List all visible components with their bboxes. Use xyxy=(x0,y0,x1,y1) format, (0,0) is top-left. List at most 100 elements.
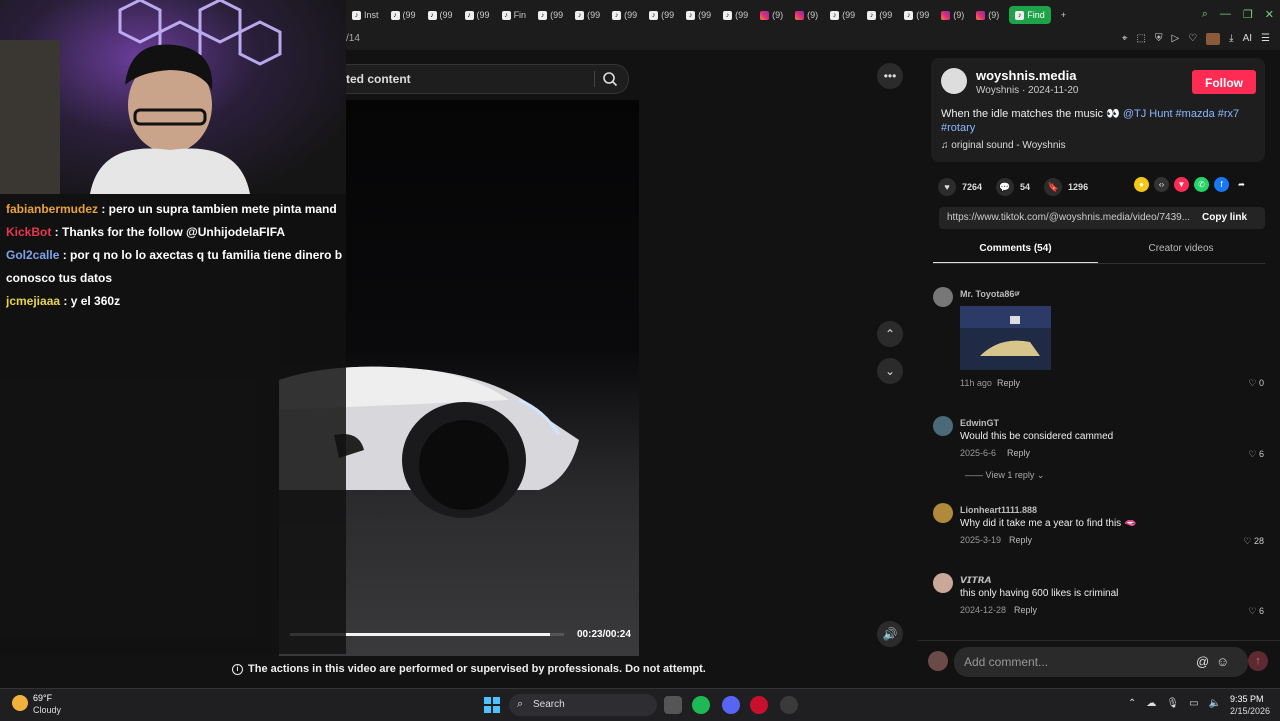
save-stat[interactable]: 🔖 1296 xyxy=(1044,178,1088,196)
reply-button[interactable]: Reply xyxy=(1007,448,1030,458)
comment-like[interactable]: ♡ 6 xyxy=(1234,606,1264,617)
browser-tab[interactable]: ♪ (99 xyxy=(824,0,861,30)
spotify-icon[interactable] xyxy=(692,696,710,714)
browser-tab[interactable]: ♪ (99 xyxy=(643,0,680,30)
author-name[interactable]: woyshnis.media xyxy=(976,68,1076,83)
download-icon[interactable]: ⤓ xyxy=(1229,33,1233,45)
heart-icon[interactable]: ♡ xyxy=(1188,33,1197,45)
reply-button[interactable]: Reply xyxy=(1014,605,1037,615)
facebook-icon[interactable]: f xyxy=(1214,177,1229,192)
browser-tab[interactable]: (9) xyxy=(935,0,970,30)
browser-tab[interactable]: ♪ (99 xyxy=(532,0,569,30)
volume-icon[interactable]: 🔊 xyxy=(877,621,903,647)
reply-button[interactable]: Reply xyxy=(997,378,1020,388)
more-options-icon[interactable]: ••• xyxy=(877,63,903,89)
post-comment-button[interactable]: ↑ xyxy=(1248,651,1268,671)
file-explorer-icon[interactable] xyxy=(664,696,682,714)
minimize-icon[interactable]: — xyxy=(1220,8,1231,21)
close-icon[interactable]: ✕ xyxy=(1265,8,1274,21)
opera-icon[interactable] xyxy=(750,696,768,714)
browser-tab[interactable]: ♪ (99 xyxy=(459,0,496,30)
commenter-avatar[interactable] xyxy=(933,573,953,593)
browser-tab[interactable]: ♪ Inst xyxy=(346,0,385,30)
copy-link-button[interactable]: Copy link xyxy=(1202,212,1247,223)
commenter-avatar[interactable] xyxy=(933,503,953,523)
coin-icon[interactable]: ● xyxy=(1134,177,1149,192)
commenter-name[interactable]: 𝙑𝙄𝙏𝙍𝘼 xyxy=(960,575,992,586)
tab-comments[interactable]: Comments (54) xyxy=(933,243,1098,264)
caption-hashtags[interactable]: @TJ Hunt #mazda #rx7 xyxy=(1123,108,1239,120)
commenter-avatar[interactable] xyxy=(933,416,953,436)
search-bar[interactable]: ted content xyxy=(346,64,629,94)
tab-creator-videos[interactable]: Creator videos xyxy=(1098,243,1264,254)
comment-like[interactable]: ♡ 6 xyxy=(1234,449,1264,460)
author-avatar[interactable] xyxy=(941,68,967,94)
maximize-icon[interactable]: ❐ xyxy=(1243,8,1253,21)
speaker-icon[interactable]: 🔈 xyxy=(1209,698,1221,709)
start-icon[interactable] xyxy=(484,697,500,713)
comment-gif-image[interactable] xyxy=(960,306,1051,370)
shield-icon[interactable]: ⛨ xyxy=(1155,33,1163,45)
comment-like[interactable]: ♡ 0 xyxy=(1234,378,1264,389)
browser-tab[interactable]: ♪ (99 xyxy=(569,0,606,30)
emoji-icon[interactable]: ☺ xyxy=(1216,654,1229,669)
weather-icon[interactable] xyxy=(12,695,28,711)
commenter-name[interactable]: Lionheart1111.888 xyxy=(960,505,1037,515)
search-input[interactable]: ted content xyxy=(346,72,411,86)
embed-icon[interactable]: ‹› xyxy=(1154,177,1169,192)
weather-condition[interactable]: Cloudy xyxy=(33,705,61,715)
chevron-up-icon[interactable]: ⌃ xyxy=(877,321,903,347)
taskbar-search[interactable]: ⌕ Search xyxy=(509,694,657,716)
browser-tab[interactable]: (9) xyxy=(970,0,1005,30)
caption-hashtag-rotary[interactable]: #rotary xyxy=(941,122,975,134)
whatsapp-icon[interactable]: ✆ xyxy=(1194,177,1209,192)
comment-stat[interactable]: 💬 54 xyxy=(996,178,1030,196)
commenter-avatar[interactable] xyxy=(933,287,953,307)
weather-temperature[interactable]: 69°F xyxy=(33,693,52,703)
extension-icon[interactable] xyxy=(1206,33,1221,45)
browser-tab[interactable]: ♪ (99 xyxy=(606,0,643,30)
menu-icon[interactable]: ☰ xyxy=(1261,33,1270,45)
microphone-icon[interactable]: 🎙 xyxy=(1166,698,1179,709)
steam-icon[interactable] xyxy=(780,696,798,714)
share-arrow-icon[interactable]: ➦ xyxy=(1234,177,1249,192)
chat-username[interactable]: fabianbermudez xyxy=(6,202,98,216)
browser-tab[interactable]: (9) xyxy=(789,0,824,30)
clock-time[interactable]: 9:35 PM xyxy=(1230,694,1264,704)
sound-link[interactable]: ♫ original sound - Woyshnis xyxy=(941,140,1066,151)
send-icon[interactable]: ▼ xyxy=(1174,177,1189,192)
follow-button[interactable]: Follow xyxy=(1192,70,1256,94)
browser-tab[interactable]: (9) xyxy=(754,0,789,30)
monitor-icon[interactable]: ▭ xyxy=(1189,698,1198,709)
chat-username[interactable]: KickBot xyxy=(6,225,51,239)
browser-tab[interactable]: ♪ (99 xyxy=(422,0,459,30)
cloud-icon[interactable]: ☁ xyxy=(1146,698,1156,709)
browser-tab[interactable]: ♪ (99 xyxy=(861,0,898,30)
ai-icon[interactable]: AI xyxy=(1243,33,1252,45)
browser-tab[interactable]: ♪ Fin xyxy=(496,0,533,30)
browser-tab[interactable]: ♪ (99 xyxy=(680,0,717,30)
address-fragment[interactable]: /14 xyxy=(346,33,360,44)
chevron-down-icon[interactable]: ⌄ xyxy=(877,358,903,384)
chat-username[interactable]: jcmejiaaa xyxy=(6,294,60,308)
clock-date[interactable]: 2/15/2026 xyxy=(1230,706,1270,716)
discord-icon[interactable] xyxy=(722,696,740,714)
post-link[interactable]: https://www.tiktok.com/@woyshnis.media/v… xyxy=(947,212,1190,223)
pin-icon[interactable]: ⌖ xyxy=(1122,33,1128,45)
browser-tab[interactable]: ♪ (99 xyxy=(385,0,422,30)
like-stat[interactable]: ♥ 7264 xyxy=(938,178,982,196)
browser-tab[interactable]: ♪ (99 xyxy=(898,0,935,30)
browser-tab[interactable]: ♪ (99 xyxy=(717,0,754,30)
screenshot-icon[interactable]: ⬚ xyxy=(1137,33,1146,45)
play-icon[interactable]: ▷ xyxy=(1171,33,1179,45)
commenter-name[interactable]: EdwinGT xyxy=(960,418,999,428)
search-tabs-icon[interactable]: ⌕ xyxy=(1202,8,1208,21)
new-tab-button[interactable]: + xyxy=(1055,0,1072,30)
view-replies-button[interactable]: —— View 1 reply ⌄ xyxy=(965,470,1044,481)
chat-username[interactable]: Gol2calle xyxy=(6,248,59,262)
mention-icon[interactable]: @ xyxy=(1196,654,1209,669)
search-icon[interactable] xyxy=(602,71,618,87)
reply-button[interactable]: Reply xyxy=(1009,535,1032,545)
browser-tab-active[interactable]: ♪ Find xyxy=(1009,6,1051,24)
commenter-name[interactable]: Mr. Toyota86ᵍʳ xyxy=(960,289,1020,299)
